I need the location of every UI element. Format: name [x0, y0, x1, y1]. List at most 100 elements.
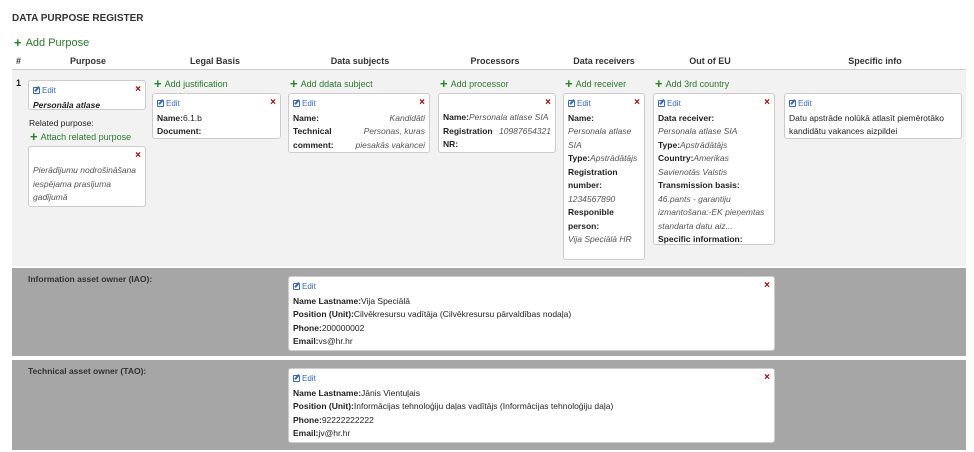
add-processor-button[interactable]: + Add processor	[440, 77, 509, 90]
add-justification-label: Add justification	[164, 78, 228, 89]
attach-related-purpose-label: Attach related purpose	[40, 131, 132, 142]
data-subject-card: Edit × Name: Kandidāti Technical comment:…	[288, 93, 430, 153]
add-purpose-label: Add Purpose	[25, 36, 90, 49]
edit-button[interactable]: Edit	[789, 97, 812, 111]
add-justification-button[interactable]: + Add justification	[154, 77, 228, 90]
receiver-reg-value: 1234567890	[568, 193, 616, 204]
attach-related-purpose-button[interactable]: + Attach related purpose	[30, 130, 131, 143]
edit-label: Edit	[302, 99, 316, 108]
edit-button[interactable]: Edit	[293, 97, 316, 111]
iao-section-label: Information asset owner (IAO):	[28, 274, 153, 284]
iao-position-value: Cilvēkresursu vadītāja (Cilvēkresursu pā…	[353, 309, 572, 320]
add-receiver-button[interactable]: + Add receiver	[565, 77, 626, 90]
edit-label: Edit	[667, 99, 681, 108]
iao-position-label: Position (Unit):	[293, 309, 354, 320]
receiver-resp-label: Responible person:	[568, 207, 614, 231]
eu-basis-label: Transmission basis:	[658, 180, 740, 191]
subject-tech-label: Technical comment:	[293, 126, 334, 150]
delete-purpose-button[interactable]: ×	[135, 83, 141, 97]
delete-processor-button[interactable]: ×	[545, 96, 551, 110]
edit-label: Edit	[798, 99, 812, 108]
receiver-reg-label: Registration number:	[568, 166, 618, 191]
subject-name-label: Name:	[293, 112, 319, 123]
tao-phone-value: 92222222222	[321, 414, 374, 425]
add-data-subject-label: Add ddata subject	[300, 78, 373, 89]
column-header-data-subjects: Data subjects	[330, 56, 390, 66]
tao-name-label: Name Lastname:	[293, 387, 362, 398]
delete-out-of-eu-button[interactable]: ×	[764, 96, 770, 110]
iao-name-label: Name Lastname:	[293, 295, 362, 306]
edit-button[interactable]: Edit	[293, 280, 316, 294]
add-receiver-label: Add receiver	[575, 78, 627, 89]
row-number: 1	[16, 78, 22, 88]
edit-icon	[789, 100, 796, 108]
legal-name-value: 6.1.b	[182, 112, 202, 123]
specific-info-card: Edit Datu apstrāde nolūkā atlasīt piemēr…	[784, 93, 962, 139]
out-of-eu-card: Edit × Data receiver: Personala atlase S…	[653, 93, 775, 245]
edit-button[interactable]: Edit	[157, 97, 180, 111]
edit-button[interactable]: Edit	[658, 97, 681, 111]
plus-icon: +	[565, 76, 573, 91]
related-purpose-text: Pierādījumu nodrošināšana iespējama pras…	[33, 165, 137, 202]
edit-icon	[293, 100, 300, 108]
add-purpose-button[interactable]: + Add Purpose	[14, 36, 89, 49]
legal-name-label: Name:	[157, 112, 183, 123]
eu-type-label: Type:	[658, 139, 681, 150]
column-header-processors: Processors	[470, 56, 520, 66]
edit-icon	[33, 87, 40, 95]
delete-data-subject-button[interactable]: ×	[419, 96, 425, 110]
plus-icon: +	[154, 76, 162, 91]
plus-icon: +	[30, 129, 38, 144]
delete-legal-basis-button[interactable]: ×	[270, 96, 276, 110]
iao-name-value: Vija Speciālā	[361, 295, 411, 306]
plus-icon: +	[14, 35, 22, 50]
eu-receiver-value: Personala atlase SIA	[658, 126, 738, 137]
processor-name-value: Personala atlase SIA	[468, 112, 549, 122]
add-3rd-country-label: Add 3rd country	[665, 78, 730, 89]
receiver-name-value: Personala atlase SIA	[568, 126, 632, 150]
edit-button[interactable]: Edit	[568, 97, 591, 111]
edit-icon	[568, 100, 575, 108]
delete-tao-button[interactable]: ×	[764, 371, 770, 385]
delete-related-purpose-button[interactable]: ×	[135, 149, 141, 163]
column-header-specific-info: Specific info	[848, 56, 902, 66]
related-purpose-card: × Pierādījumu nodrošināšana iespējama pr…	[28, 146, 146, 207]
processor-reg-label: Registration NR:	[443, 125, 493, 150]
receiver-card: Edit × Name: Personala atlase SIA Type:A…	[563, 93, 645, 260]
tao-phone-label: Phone:	[293, 414, 322, 425]
receiver-type-label: Type:	[568, 153, 591, 164]
eu-receiver-label: Data receiver:	[658, 112, 715, 123]
eu-specific-label: Specific information:	[658, 234, 743, 245]
edit-icon	[658, 100, 665, 108]
tao-position-label: Position (Unit):	[293, 401, 354, 412]
plus-icon: +	[290, 76, 298, 91]
related-purpose-label: Related purpose:	[29, 118, 94, 128]
eu-country-label: Country:	[658, 153, 694, 164]
iao-phone-label: Phone:	[293, 322, 322, 333]
add-3rd-country-button[interactable]: + Add 3rd country	[655, 77, 729, 90]
eu-basis-value: 46.pants - garantiju izmantošana:-EK pie…	[658, 193, 765, 231]
legal-basis-card: Edit × Name:6.1.b Document:	[152, 93, 281, 139]
receiver-name-label: Name:	[568, 112, 594, 123]
column-header-data-receivers: Data receivers	[573, 56, 635, 66]
tao-card: Edit × Name Lastname:Jānis Vientuļais Po…	[288, 368, 775, 443]
delete-iao-button[interactable]: ×	[764, 279, 770, 293]
delete-receiver-button[interactable]: ×	[634, 96, 640, 110]
processor-reg-value: 10987654321	[498, 125, 551, 136]
edit-button[interactable]: Edit	[33, 84, 56, 98]
tao-position-value: Informācijas tehnoloģiju daļas vadītājs …	[353, 401, 614, 412]
column-header-out-of-eu: Out of EU	[689, 56, 731, 66]
column-header-purpose: Purpose	[69, 56, 106, 66]
edit-icon	[157, 100, 164, 108]
iao-email-label: Email:	[293, 336, 319, 347]
edit-button[interactable]: Edit	[293, 372, 316, 386]
tao-name-value: Jānis Vientuļais	[361, 387, 420, 398]
plus-icon: +	[655, 76, 663, 91]
purpose-name: Personāla atlase	[33, 99, 101, 110]
tao-email-value: jv@hr.hr	[318, 428, 351, 439]
add-data-subject-button[interactable]: + Add ddata subject	[290, 77, 373, 90]
iao-card: Edit × Name Lastname:Vija Speciālā Posit…	[288, 276, 775, 351]
plus-icon: +	[440, 76, 448, 91]
edit-label: Edit	[302, 282, 316, 291]
purpose-card: Edit × Personāla atlase	[28, 80, 146, 110]
